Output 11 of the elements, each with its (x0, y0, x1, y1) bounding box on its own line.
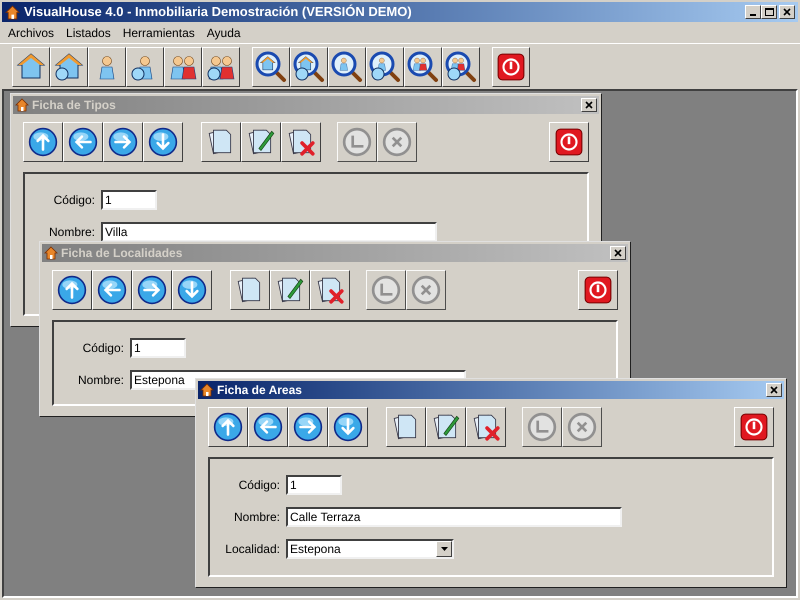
window-title: Ficha de Tipos (32, 97, 117, 114)
field-label: Nombre: (76, 372, 125, 389)
window-title: Ficha de Areas (217, 382, 303, 399)
field-label: Código: (238, 477, 281, 494)
field-label: Código: (52, 192, 96, 209)
field-label: Nombre: (48, 224, 96, 241)
app-title: VisualHouse 4.0 - Inmobiliaria Demostración (VERSIÓN DEMO) (24, 3, 413, 22)
field-label: Localidad: (224, 541, 281, 558)
field-label: Código: (82, 340, 125, 357)
field-label: Nombre: (232, 509, 281, 526)
window-title: Ficha de Localidades (61, 245, 184, 262)
